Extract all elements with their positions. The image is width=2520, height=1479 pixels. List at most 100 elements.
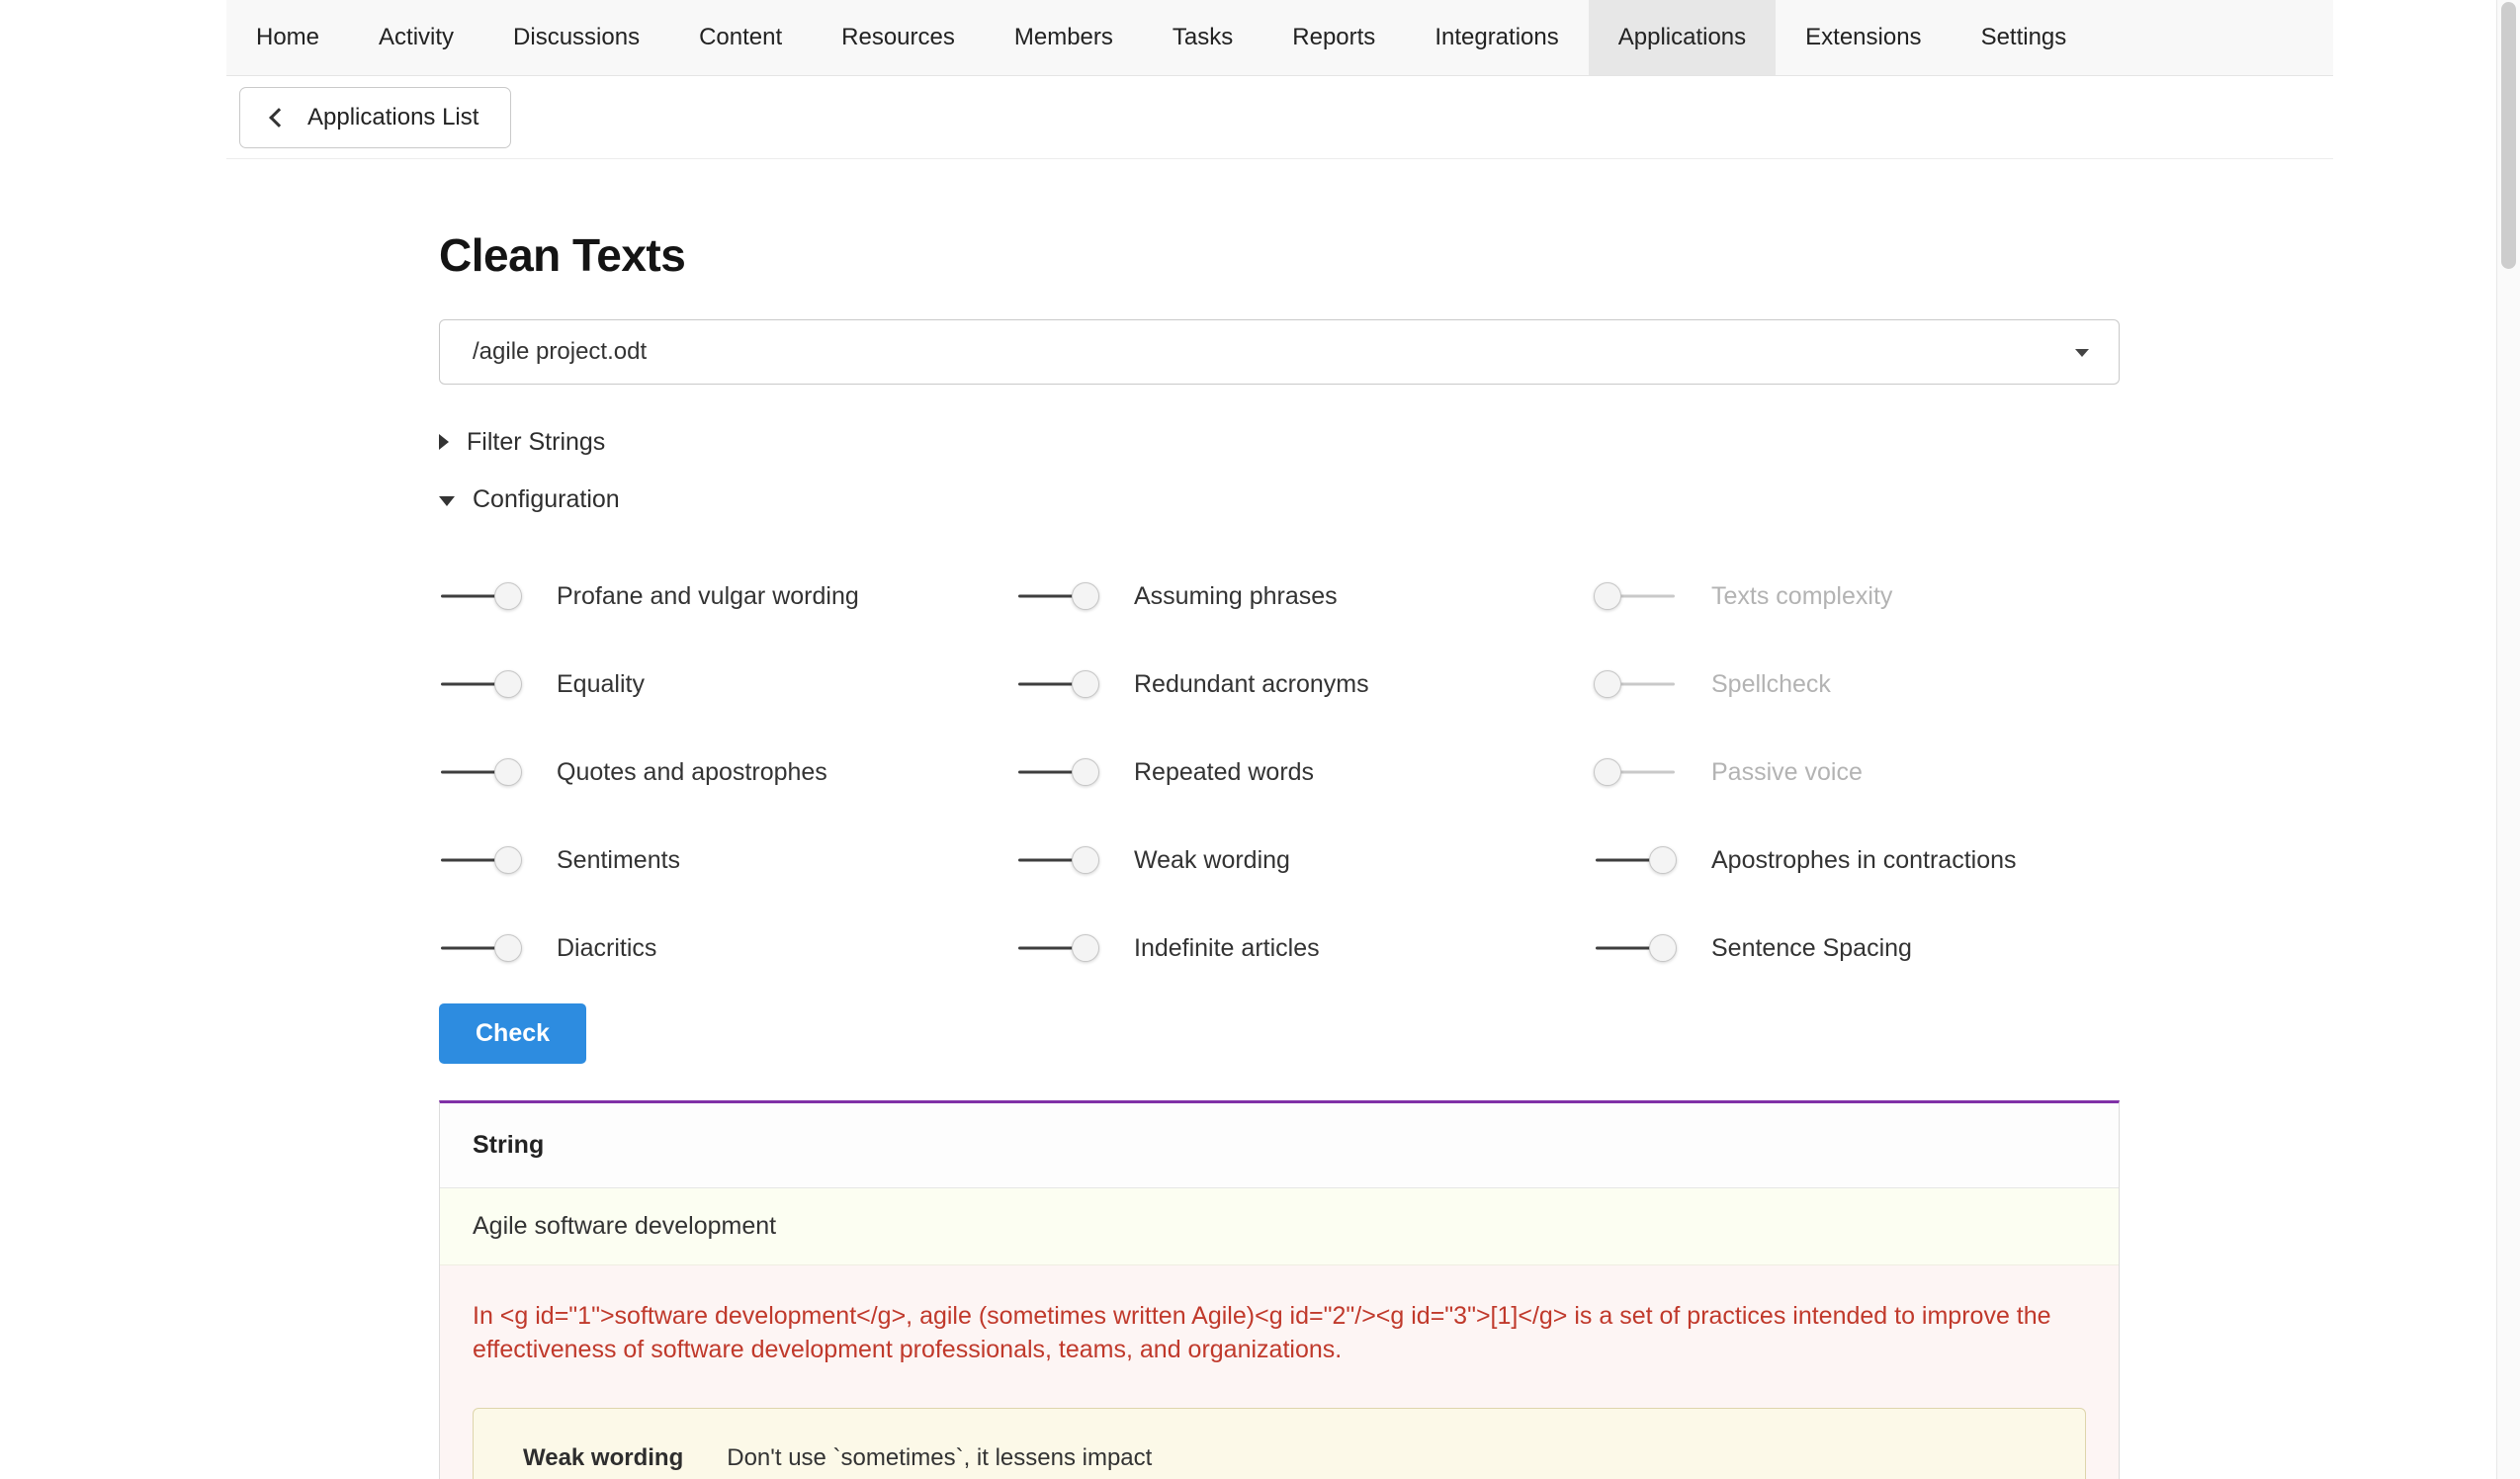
toggle-switch[interactable] [439,933,522,963]
triangle-down-icon [439,496,455,506]
toggle-switch[interactable] [439,757,522,787]
toggle-quotes-and-apostrophes[interactable]: Quotes and apostrophes [439,757,1016,787]
nav-item-members[interactable]: Members [985,0,1143,75]
check-button[interactable]: Check [439,1003,586,1064]
toggle-diacritics[interactable]: Diacritics [439,933,1016,963]
toggle-label: Assuming phrases [1134,582,1338,611]
chevron-left-icon [269,108,289,128]
toggle-column-3: Texts complexity Spellcheck Passive voic… [1594,581,2120,963]
toggle-label: Profane and vulgar wording [557,582,859,611]
configuration-toggle-grid: Profane and vulgar wording Equality Quot… [439,581,2120,963]
toggle-equality[interactable]: Equality [439,669,1016,699]
main-content: Clean Texts /agile project.odt Filter St… [439,159,2120,1479]
switch-thumb [1594,670,1621,698]
toggle-switch[interactable] [439,581,522,611]
section-configuration-label: Configuration [473,485,620,514]
triangle-right-icon [439,434,449,450]
toggle-switch[interactable] [1016,757,1099,787]
diff-area: In <g id="1">software development</g>, a… [440,1265,2119,1479]
switch-thumb [494,846,522,874]
toggle-label: Indefinite articles [1134,934,1320,963]
toggle-switch[interactable] [1016,581,1099,611]
toggle-label: Apostrophes in contractions [1711,846,2017,875]
toggle-spellcheck[interactable]: Spellcheck [1594,669,2120,699]
nav-item-home[interactable]: Home [226,0,349,75]
back-button-label: Applications List [307,104,478,131]
toggle-passive-voice[interactable]: Passive voice [1594,757,2120,787]
nav-item-settings[interactable]: Settings [1952,0,2097,75]
toggle-profane-and-vulgar-wording[interactable]: Profane and vulgar wording [439,581,1016,611]
switch-thumb [494,934,522,962]
toggle-repeated-words[interactable]: Repeated words [1016,757,1594,787]
switch-thumb [494,758,522,786]
caret-down-icon [2075,349,2089,357]
nav-item-resources[interactable]: Resources [812,0,985,75]
toggle-switch[interactable] [439,845,522,875]
sub-header: Applications List [226,77,2333,159]
file-select-value: /agile project.odt [473,338,647,366]
issue-type: Weak wording [523,1444,683,1472]
toggle-switch[interactable] [1594,581,1677,611]
toggle-label: Texts complexity [1711,582,1892,611]
switch-thumb [494,670,522,698]
section-filter-strings[interactable]: Filter Strings [439,427,2120,457]
nav-item-extensions[interactable]: Extensions [1776,0,1951,75]
nav-item-discussions[interactable]: Discussions [483,0,669,75]
toggle-label: Redundant acronyms [1134,670,1369,699]
toggle-switch[interactable] [1016,845,1099,875]
issue-message: Don't use `sometimes`, it lessens impact [727,1444,1152,1472]
switch-thumb [1072,758,1099,786]
vertical-scrollbar[interactable] [2496,0,2520,1479]
switch-thumb [1072,846,1099,874]
back-to-applications-list-button[interactable]: Applications List [239,87,511,148]
toggle-switch[interactable] [1594,933,1677,963]
toggle-switch[interactable] [1016,933,1099,963]
switch-thumb [494,582,522,610]
toggle-switch[interactable] [1594,845,1677,875]
toggle-label: Quotes and apostrophes [557,758,827,787]
nav-item-integrations[interactable]: Integrations [1405,0,1588,75]
toggle-column-2: Assuming phrases Redundant acronyms Repe… [1016,581,1594,963]
toggle-label: Spellcheck [1711,670,1831,699]
section-configuration[interactable]: Configuration [439,484,2120,514]
toggle-column-1: Profane and vulgar wording Equality Quot… [439,581,1016,963]
section-filter-strings-label: Filter Strings [467,428,605,457]
toggle-weak-wording[interactable]: Weak wording [1016,845,1594,875]
toggle-redundant-acronyms[interactable]: Redundant acronyms [1016,669,1594,699]
string-title-row[interactable]: Agile software development [440,1188,2119,1265]
nav-item-applications[interactable]: Applications [1589,0,1776,75]
switch-thumb [1594,758,1621,786]
toggle-texts-complexity[interactable]: Texts complexity [1594,581,2120,611]
nav-item-content[interactable]: Content [669,0,812,75]
results-panel: String Agile software development In <g … [439,1100,2120,1479]
toggle-sentence-spacing[interactable]: Sentence Spacing [1594,933,2120,963]
issue-box: Weak wording Don't use `sometimes`, it l… [473,1408,2086,1479]
file-select[interactable]: /agile project.odt [439,319,2120,385]
scrollbar-thumb[interactable] [2501,2,2516,269]
page-title: Clean Texts [439,228,2120,282]
switch-thumb [1649,846,1677,874]
toggle-label: Passive voice [1711,758,1863,787]
toggle-switch[interactable] [1594,757,1677,787]
switch-thumb [1072,670,1099,698]
nav-item-reports[interactable]: Reports [1262,0,1405,75]
nav-item-activity[interactable]: Activity [349,0,483,75]
results-header: String [440,1103,2119,1188]
toggle-label: Sentiments [557,846,680,875]
toggle-switch[interactable] [1594,669,1677,699]
toggle-label: Diacritics [557,934,656,963]
toggle-switch[interactable] [1016,669,1099,699]
toggle-assuming-phrases[interactable]: Assuming phrases [1016,581,1594,611]
top-nav: Home Activity Discussions Content Resour… [226,0,2333,76]
toggle-indefinite-articles[interactable]: Indefinite articles [1016,933,1594,963]
string-title: Agile software development [473,1212,776,1240]
toggle-sentiments[interactable]: Sentiments [439,845,1016,875]
toggle-label: Weak wording [1134,846,1290,875]
toggle-label: Repeated words [1134,758,1314,787]
toggle-label: Sentence Spacing [1711,934,1912,963]
switch-thumb [1594,582,1621,610]
nav-item-tasks[interactable]: Tasks [1143,0,1262,75]
switch-thumb [1649,934,1677,962]
toggle-apostrophes-in-contractions[interactable]: Apostrophes in contractions [1594,845,2120,875]
toggle-switch[interactable] [439,669,522,699]
